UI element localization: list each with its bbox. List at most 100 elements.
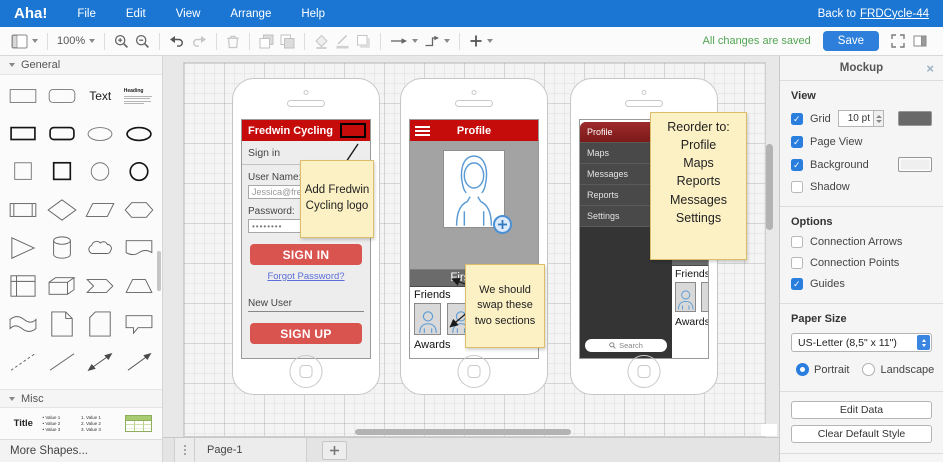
shape-rectangle-bold[interactable] [4, 115, 43, 153]
collapse-triangle-icon [9, 63, 15, 67]
save-button[interactable]: Save [823, 31, 879, 51]
zoom-out-button[interactable] [132, 30, 153, 52]
line-color-button[interactable] [332, 30, 353, 52]
shape-text[interactable]: Text [81, 77, 120, 115]
shape-circle[interactable] [81, 153, 120, 191]
fill-color-button[interactable] [311, 30, 332, 52]
shape-dashed-line[interactable] [4, 343, 43, 381]
shape-table[interactable] [120, 415, 159, 432]
avatar-section [410, 141, 538, 270]
shape-diamond[interactable] [43, 191, 82, 229]
shape-hexagon[interactable] [120, 191, 159, 229]
hamburger-menu-icon [415, 126, 430, 136]
shadow-button[interactable] [353, 30, 374, 52]
menu-view[interactable]: View [176, 8, 201, 20]
clear-default-style-button[interactable]: Clear Default Style [791, 425, 932, 443]
fullscreen-button[interactable] [891, 34, 905, 48]
shape-cube[interactable] [43, 267, 82, 305]
more-shapes-button[interactable]: More Shapes... [0, 439, 162, 462]
sidebar-scrollbar[interactable] [157, 251, 161, 291]
portrait-radio[interactable] [796, 363, 809, 376]
shape-square[interactable] [4, 153, 43, 191]
background-checkbox[interactable] [791, 159, 803, 171]
edit-data-button[interactable]: Edit Data [791, 401, 932, 419]
landscape-radio[interactable] [862, 363, 875, 376]
shape-rectangle[interactable] [4, 77, 43, 115]
waypoints-dropdown[interactable] [421, 30, 453, 52]
shape-square-bold[interactable] [43, 153, 82, 191]
shape-process[interactable] [4, 191, 43, 229]
back-record-link[interactable]: FRDCycle-44 [860, 8, 929, 20]
shape-tape[interactable] [4, 305, 43, 343]
shape-cylinder[interactable] [43, 229, 82, 267]
shape-note[interactable] [43, 305, 82, 343]
sticky-note-swap[interactable]: We should swap these two sections [465, 264, 545, 348]
shape-bidirectional-arrow[interactable] [81, 343, 120, 381]
pages-handle[interactable] [174, 438, 195, 462]
shape-circle-bold[interactable] [120, 153, 159, 191]
aha-logo[interactable]: Aha! [14, 5, 47, 22]
shadow-checkbox[interactable] [791, 181, 803, 193]
shape-document[interactable] [120, 229, 159, 267]
shape-arrow[interactable] [120, 343, 159, 381]
shape-ellipse[interactable] [81, 115, 120, 153]
shape-step[interactable] [81, 267, 120, 305]
background-color-swatch[interactable] [898, 157, 932, 172]
grid-size-stepper[interactable]: 10 pt [838, 110, 884, 127]
grid-checkbox[interactable] [791, 113, 803, 125]
stepper-arrows-icon[interactable] [874, 110, 884, 127]
connection-style-dropdown[interactable] [387, 30, 421, 52]
shape-ellipse-bold[interactable] [120, 115, 159, 153]
add-page-button[interactable] [322, 441, 347, 460]
connection-arrows-checkbox[interactable] [791, 236, 803, 248]
friend-thumbnail [701, 282, 708, 312]
shape-rounded-rectangle[interactable] [43, 77, 82, 115]
redo-button[interactable] [188, 30, 210, 52]
delete-button[interactable] [223, 30, 243, 52]
shape-card[interactable] [81, 305, 120, 343]
shape-cloud[interactable] [81, 229, 120, 267]
shape-internal-storage[interactable] [4, 267, 43, 305]
avatar-placeholder [443, 150, 505, 228]
page-view-checkbox[interactable] [791, 136, 803, 148]
shape-bullet-list[interactable]: • Value 1• Value 2• Value 3 [43, 415, 82, 433]
shape-callout[interactable] [120, 305, 159, 343]
shape-trapezoid[interactable] [120, 267, 159, 305]
diagram-panel-button[interactable] [8, 30, 41, 52]
page-tab-1[interactable]: Page-1 [195, 438, 307, 462]
connection-points-checkbox[interactable] [791, 257, 803, 269]
shape-rounded-rectangle-bold[interactable] [43, 115, 82, 153]
shape-numbered-list[interactable]: 1. Value 12. Value 23. Value 3 [81, 415, 120, 433]
vertical-scrollbar[interactable] [766, 144, 773, 230]
landscape-label: Landscape [880, 364, 934, 376]
zoom-level-dropdown[interactable]: 100% [54, 30, 98, 52]
drawing-canvas[interactable]: Fredwin Cycling Sign in User Name: Jessi… [163, 56, 779, 437]
paper-size-select[interactable]: US-Letter (8,5" x 11") [791, 333, 932, 352]
undo-button[interactable] [166, 30, 188, 52]
menu-arrange[interactable]: Arrange [230, 8, 271, 20]
section-header-misc[interactable]: Misc [0, 389, 162, 408]
grid-color-swatch[interactable] [898, 111, 932, 126]
guides-checkbox[interactable] [791, 278, 803, 290]
to-front-button[interactable] [256, 30, 277, 52]
menu-file[interactable]: File [77, 8, 96, 20]
menu-edit[interactable]: Edit [126, 8, 146, 20]
sticky-note-logo[interactable]: Add Fredwin Cycling logo [300, 160, 374, 238]
shape-parallelogram[interactable] [81, 191, 120, 229]
friend-thumbnail [414, 303, 441, 335]
menu-help[interactable]: Help [301, 8, 325, 20]
shape-title[interactable]: Title [4, 418, 43, 429]
insert-dropdown[interactable] [466, 30, 496, 52]
shape-heading[interactable]: Heading [120, 77, 159, 115]
to-back-button[interactable] [277, 30, 298, 52]
horizontal-scrollbar[interactable] [355, 429, 571, 435]
shape-triangle[interactable] [4, 229, 43, 267]
section-header-general[interactable]: General [0, 56, 162, 75]
close-icon[interactable]: × [926, 61, 934, 76]
sticky-note-reorder[interactable]: Reorder to: Profile Maps Reports Message… [650, 112, 747, 260]
zoom-in-button[interactable] [111, 30, 132, 52]
shape-line[interactable] [43, 343, 82, 381]
guides-label: Guides [810, 278, 845, 290]
forgot-password-link: Forgot Password? [242, 271, 370, 282]
format-panel-toggle-button[interactable] [913, 35, 927, 47]
